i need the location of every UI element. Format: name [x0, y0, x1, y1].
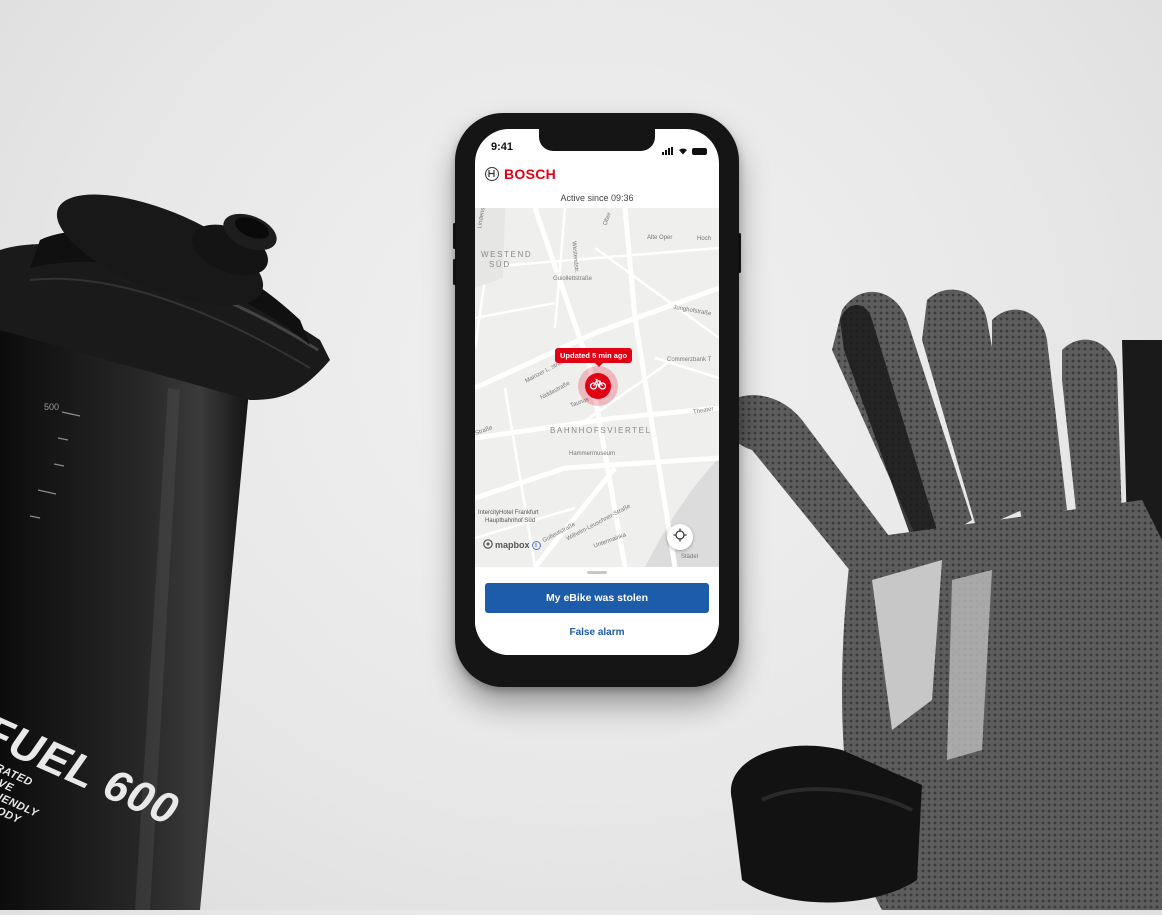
- battery-icon: [692, 147, 707, 155]
- crosshair-icon: [673, 528, 687, 547]
- brand-logo: BOSCH: [504, 166, 557, 182]
- map-label-hammermuseum: Hammermuseum: [569, 451, 616, 457]
- map-view[interactable]: WESTEND SÜD BAHNHOFSVIERTEL Alte Oper Ho…: [475, 208, 719, 567]
- phone-notch: [539, 129, 655, 151]
- water-bottle: 500 FUEL 600 HYDRATED E VALVE INK FRIEND…: [0, 0, 360, 910]
- cycling-glove-shape: [721, 289, 1162, 910]
- false-alarm-button[interactable]: False alarm: [485, 623, 709, 641]
- action-sheet: My eBike was stolen False alarm: [475, 567, 719, 655]
- active-since-text: Active since 09:36: [560, 193, 634, 203]
- bicycle-icon: [589, 377, 607, 395]
- smartphone: 9:41 BOSCH Active since 09:36 WESTEND SÜ…: [453, 113, 741, 687]
- bosch-armature-icon: [485, 167, 499, 181]
- map-label-westend: WESTEND: [481, 250, 533, 259]
- mapbox-logo-icon: [483, 539, 493, 551]
- locate-button[interactable]: [667, 524, 693, 550]
- map-label-commerzbank: Commerzbank T: [667, 357, 712, 363]
- cycling-glove: [721, 280, 1162, 910]
- wifi-icon: [678, 142, 688, 160]
- phone-power-button: [738, 233, 741, 273]
- phone-screen: 9:41 BOSCH Active since 09:36 WESTEND SÜ…: [475, 129, 719, 655]
- phone-volume-down: [453, 259, 456, 285]
- info-icon[interactable]: i: [531, 540, 541, 550]
- mapbox-logo-text: mapbox: [495, 540, 530, 550]
- map-label-intercity-1: IntercityHotel Frankfurt: [478, 510, 539, 516]
- map-label-hoch: Hoch: [697, 236, 712, 242]
- status-time: 9:41: [491, 141, 514, 153]
- status-icons: [662, 142, 707, 160]
- map-label-alte-oper: Alte Oper: [647, 235, 673, 241]
- map-label-guiollettstrasse: Guiollettstraße: [553, 276, 593, 282]
- map-label-bahnhofsviertel: BAHNHOFSVIERTEL: [550, 426, 652, 435]
- map-label-intercity-2: Hauptbahnhof Süd: [485, 518, 536, 524]
- report-stolen-button[interactable]: My eBike was stolen: [485, 583, 709, 613]
- app-header: BOSCH: [485, 166, 556, 182]
- updated-tooltip: Updated 5 min ago: [555, 348, 633, 367]
- mapbox-attribution[interactable]: mapbox i: [483, 539, 541, 551]
- map-label-staedel: Städel: [681, 554, 699, 560]
- phone-volume-up: [453, 223, 456, 249]
- bike-location-marker[interactable]: [585, 373, 611, 399]
- sheet-drag-handle[interactable]: [587, 571, 607, 574]
- signal-icon: [662, 147, 674, 155]
- map-label-sued: SÜD: [489, 260, 511, 269]
- bottle-volume-mark: 500: [44, 402, 60, 412]
